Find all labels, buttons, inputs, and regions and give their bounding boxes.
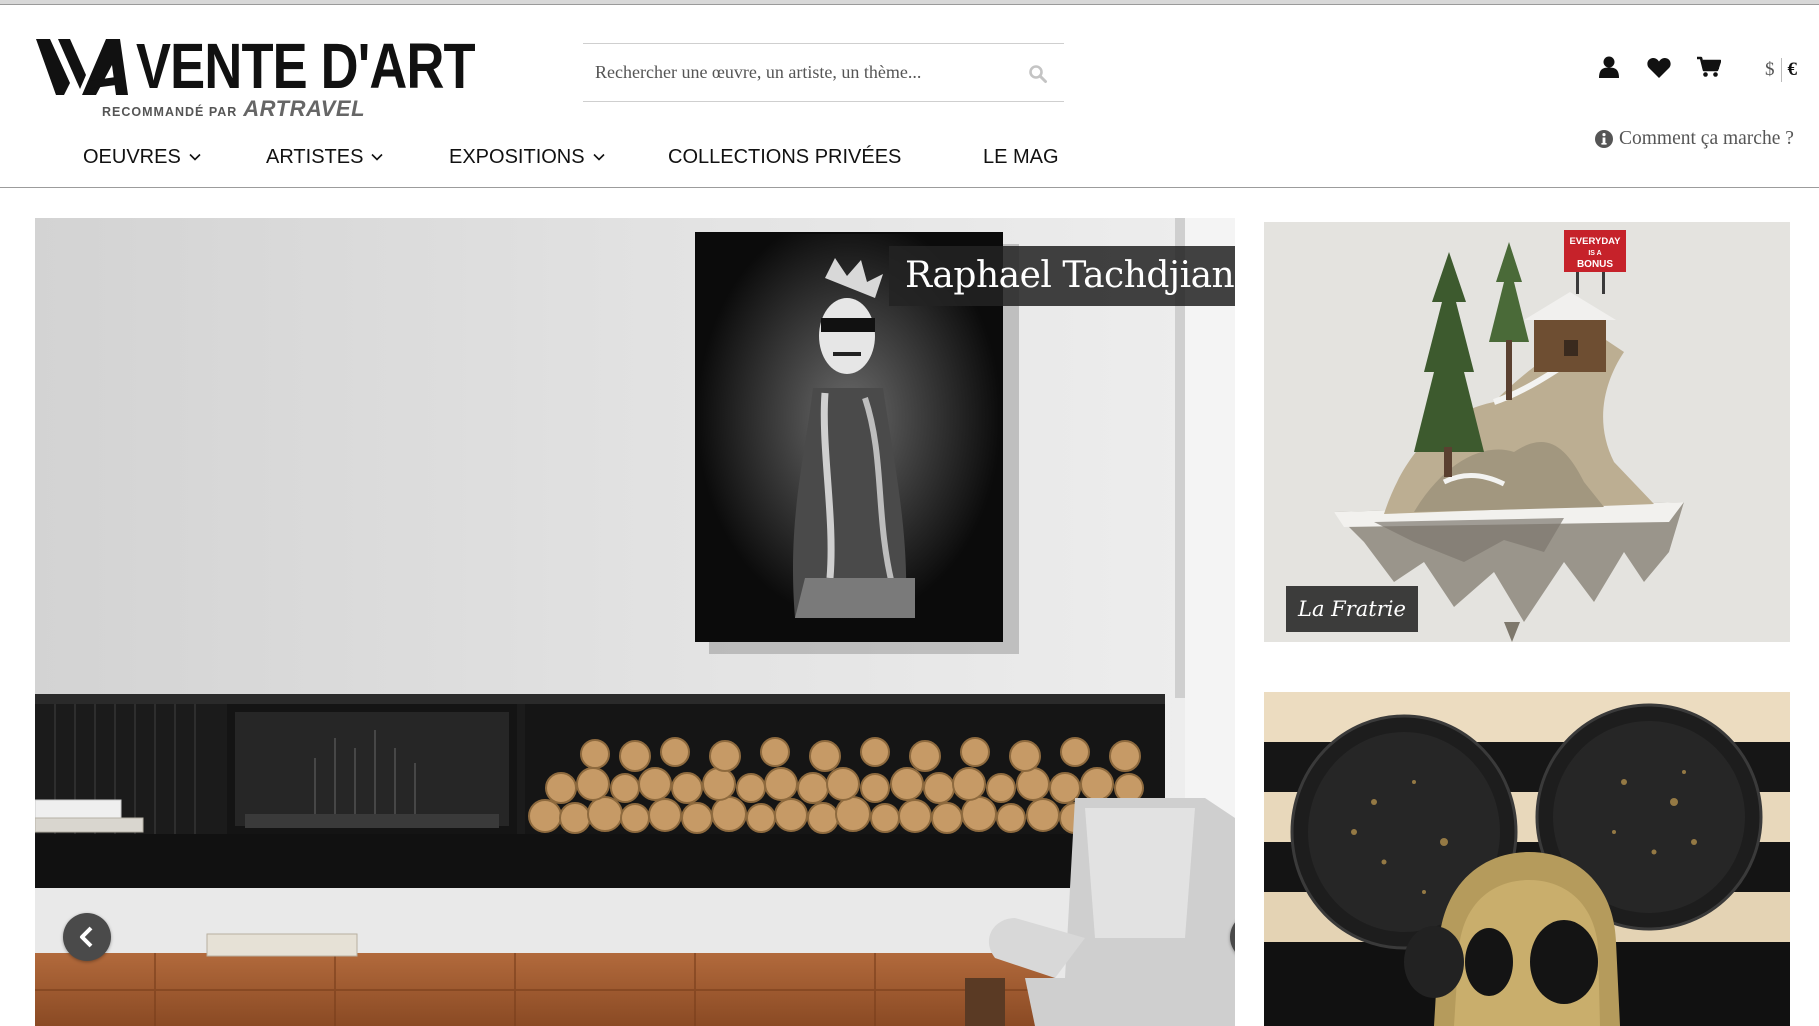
currency-usd[interactable]: $ (1765, 59, 1775, 81)
heart-icon[interactable] (1634, 52, 1684, 82)
currency-divider (1780, 58, 1782, 82)
site-header: VENTE D'ART RECOMMANDÉ PAR ARTRAVEL $ € … (0, 5, 1819, 188)
account-icons (1584, 52, 1734, 82)
main-nav: OEUVRES ARTISTES EXPOSITIONS COLLECTIONS… (0, 137, 1100, 177)
logo-tagline-brand: ARTRAVEL (243, 96, 366, 121)
chevron-down-icon (189, 153, 201, 161)
nav-le-mag[interactable]: LE MAG (983, 137, 1059, 177)
featured-card-la-fratrie[interactable]: EVERYDAY IS A BONUS La Fratrie (1264, 222, 1790, 642)
featured-card-skull[interactable] (1264, 692, 1790, 1026)
nav-oeuvres[interactable]: OEUVRES (83, 137, 201, 177)
hero-carousel[interactable]: Raphael Tachdjian (35, 218, 1235, 1026)
search-input[interactable] (595, 44, 1015, 101)
chevron-left-icon (80, 926, 93, 948)
sign-text-line-3: BONUS (1577, 259, 1613, 270)
currency-eur[interactable]: € (1788, 59, 1798, 81)
logo-wordmark: VENTE D'ART (136, 30, 476, 102)
currency-switcher: $ € (1765, 58, 1797, 82)
sign-text-line-1: EVERYDAY (1569, 236, 1621, 247)
nav-oeuvres-label: OEUVRES (83, 146, 181, 168)
help-link[interactable]: Comment ça marche ? (1595, 128, 1794, 150)
nav-artistes[interactable]: ARTISTES (266, 137, 384, 177)
sign-text-line-2: IS A (1588, 250, 1601, 257)
chevron-down-icon (593, 153, 605, 161)
logo-tagline-prefix: RECOMMANDÉ PAR (102, 105, 238, 119)
artwork-gold-skull-image (1264, 692, 1790, 1026)
card-caption-la-fratrie: La Fratrie (1286, 586, 1418, 632)
nav-artistes-label: ARTISTES (266, 146, 364, 168)
hero-image (35, 218, 1235, 1026)
user-icon[interactable] (1584, 52, 1634, 82)
artwork-floating-island-image: EVERYDAY IS A BONUS (1264, 222, 1790, 642)
logo-mark-icon (36, 39, 128, 95)
info-icon (1595, 130, 1613, 148)
help-link-label: Comment ça marche ? (1619, 128, 1794, 149)
nav-collections-privees[interactable]: COLLECTIONS PRIVÉES (668, 137, 901, 177)
site-logo[interactable]: VENTE D'ART RECOMMANDÉ PAR ARTRAVEL (36, 27, 476, 122)
nav-le-mag-label: LE MAG (983, 146, 1059, 168)
logo-tagline: RECOMMANDÉ PAR ARTRAVEL (102, 96, 365, 122)
nav-expositions-label: EXPOSITIONS (449, 146, 585, 168)
cart-icon[interactable] (1684, 52, 1734, 82)
hero-caption[interactable]: Raphael Tachdjian (889, 246, 1235, 306)
carousel-prev-button[interactable] (63, 913, 111, 961)
nav-expositions[interactable]: EXPOSITIONS (449, 137, 605, 177)
nav-collections-label: COLLECTIONS PRIVÉES (668, 146, 902, 168)
chevron-down-icon (371, 153, 384, 161)
search-icon[interactable] (1028, 64, 1048, 84)
search-bar (583, 43, 1064, 102)
